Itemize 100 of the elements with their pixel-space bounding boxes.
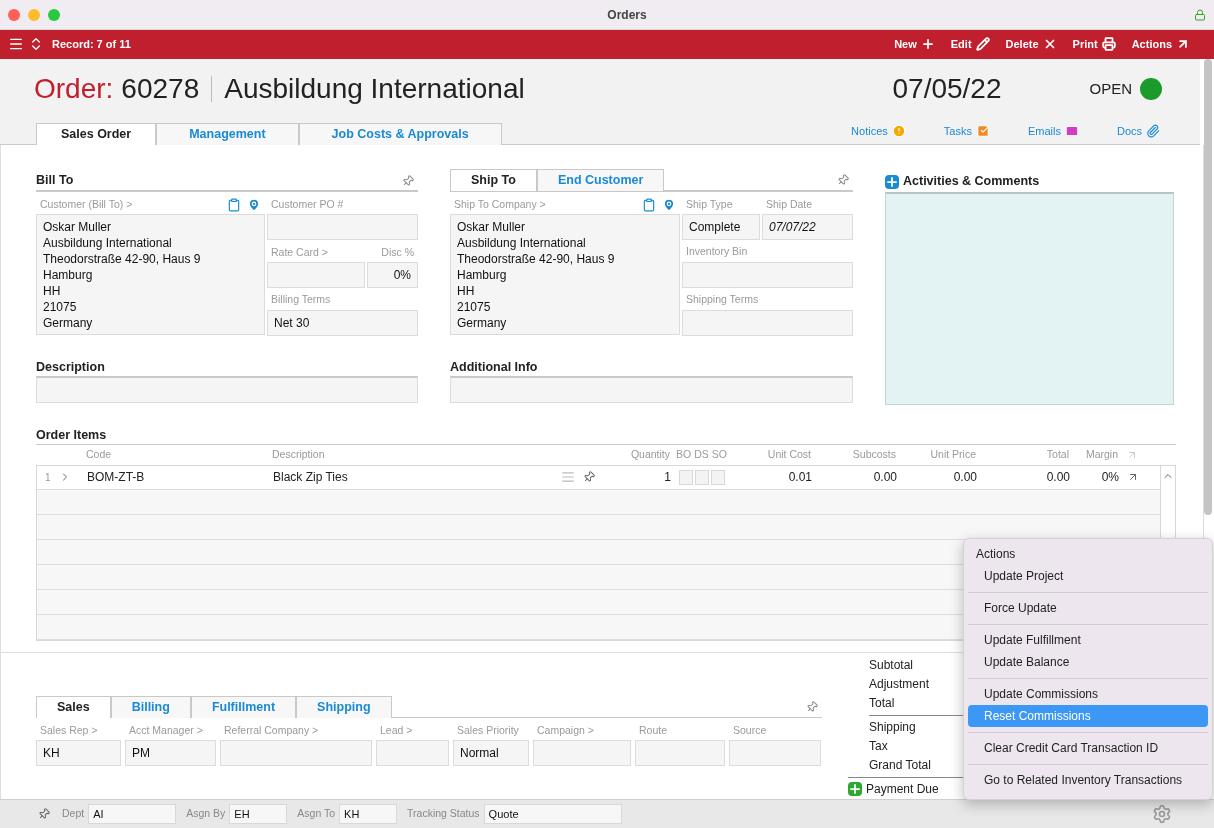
notes-icon[interactable]	[561, 470, 575, 485]
input-field[interactable]	[376, 739, 449, 766]
clipboard-icon[interactable]	[227, 197, 241, 212]
column-header: SO	[711, 446, 727, 462]
zoom-button[interactable]	[48, 8, 60, 21]
tab[interactable]: Fulfillment	[190, 695, 297, 718]
input-field[interactable]: 07/07/22	[762, 213, 853, 240]
total-label: Shipping	[869, 718, 917, 736]
field-label: Asgn To	[297, 805, 336, 821]
plus-icon	[920, 37, 935, 52]
field-label: Customer PO #	[271, 196, 344, 212]
field-label: Disc %	[381, 244, 414, 260]
field-label: Route	[639, 722, 668, 738]
checkbox-icon	[975, 124, 990, 139]
input-field[interactable]	[682, 261, 853, 288]
input-field[interactable]	[267, 261, 365, 288]
menu-item[interactable]: Update Project	[968, 565, 1208, 587]
input-field[interactable]: KH	[36, 739, 121, 766]
section-title: Additional Info	[450, 358, 539, 376]
tab[interactable]: End Customer	[536, 168, 665, 191]
column-header: Description	[271, 446, 326, 462]
field-label: Asgn By	[186, 805, 226, 821]
field-label: Billing Terms	[271, 291, 331, 307]
tab[interactable]: Sales Order	[36, 122, 157, 145]
field-label: Ship To Company >	[454, 196, 547, 212]
row-number: 1	[45, 470, 51, 485]
field-label: Rate Card >	[271, 244, 328, 260]
input-field[interactable]	[220, 739, 372, 766]
section-title: Bill To	[36, 172, 75, 190]
total-label: Payment Due	[866, 780, 939, 798]
table-cell-text: 0.00	[1045, 469, 1071, 487]
customer-name: Ausbildung International	[224, 72, 525, 107]
close-button[interactable]	[8, 8, 20, 21]
table-cell-text: 0.00	[952, 469, 978, 487]
tab[interactable]: Ship To	[450, 168, 537, 191]
input-field[interactable]: Quote	[483, 803, 622, 824]
checkbox[interactable]	[711, 469, 725, 485]
clipboard-icon[interactable]	[642, 197, 656, 212]
address-field[interactable]: Oskar Muller Ausbildung International Theodorstraße 42-90, Haus 9 Hamburg HH 21075 Germany	[36, 213, 265, 335]
toolbar-button[interactable]: New	[894, 36, 935, 53]
toolbar-button[interactable]: Edit	[950, 36, 990, 53]
menu-item[interactable]: Clear Credit Card Transaction ID	[968, 737, 1208, 759]
input-field[interactable]: Complete	[682, 213, 760, 240]
menu-item[interactable]: Force Update	[968, 597, 1208, 619]
input-field[interactable]: AI	[88, 803, 177, 824]
menu-item[interactable]: Update Commissions	[968, 683, 1208, 705]
field-label: Sales Priority	[457, 722, 519, 738]
toolbar-button[interactable]: Delete	[1005, 36, 1057, 53]
input-field[interactable]	[267, 213, 418, 240]
printer-icon	[1101, 37, 1116, 52]
tab[interactable]: Shipping	[296, 695, 392, 718]
toolbar-button[interactable]: Actions	[1131, 36, 1190, 53]
menu-item[interactable]: Go to Related Inventory Transactions	[968, 769, 1208, 791]
input-field[interactable]: Net 30	[267, 309, 418, 336]
link[interactable]: Tasks	[943, 123, 990, 140]
menu-item[interactable]: Update Fulfillment	[968, 629, 1208, 651]
table-cell-text: Black Zip Ties	[272, 469, 349, 487]
input-field[interactable]: PM	[125, 739, 216, 766]
column-header: Unit Cost	[766, 446, 812, 462]
description-field[interactable]	[36, 375, 418, 403]
field-label: Tracking Status	[407, 805, 480, 821]
input-field[interactable]: EH	[229, 803, 288, 824]
minimize-button[interactable]	[28, 8, 40, 21]
location-pin-icon[interactable]	[247, 197, 261, 212]
location-pin-icon[interactable]	[662, 197, 676, 212]
input-field[interactable]	[635, 739, 725, 766]
field-label: Shipping Terms	[686, 291, 759, 307]
field-label: Acct Manager >	[129, 722, 203, 738]
address-field[interactable]: Oskar Muller Ausbildung International Theodorstraße 42-90, Haus 9 Hamburg HH 21075 Germany	[450, 213, 680, 335]
column-header: Quantity	[629, 446, 670, 462]
field-label: Dept	[62, 805, 85, 821]
input-field[interactable]	[729, 739, 821, 766]
checkbox[interactable]	[695, 469, 709, 485]
table-cell-text: 0.01	[787, 469, 813, 487]
toolbar-button[interactable]: Print	[1072, 36, 1116, 53]
input-field[interactable]	[682, 309, 853, 336]
input-field[interactable]	[533, 739, 631, 766]
menu-item[interactable]: Update Balance	[968, 651, 1208, 673]
field-label: Ship Type	[686, 196, 733, 212]
column-header: Code	[85, 446, 113, 462]
column-header: Margin	[1084, 446, 1118, 462]
total-label: Adjustment	[869, 675, 931, 693]
order-date: 07/05/22	[892, 72, 1002, 107]
tab[interactable]: Job Costs & Approvals	[298, 122, 502, 145]
page-scrollbar[interactable]	[1204, 58, 1212, 515]
column-header: BO	[676, 446, 692, 462]
settings-icon[interactable]	[1152, 803, 1172, 824]
order-label: Order:	[34, 72, 114, 107]
checkbox[interactable]	[679, 469, 693, 485]
field-label: Customer (Bill To) >	[40, 196, 134, 212]
add-icon[interactable]	[885, 174, 899, 189]
order-number: 60278	[121, 72, 200, 107]
add-payment-icon[interactable]	[848, 782, 862, 797]
input-field[interactable]: KH	[339, 803, 398, 824]
input-field[interactable]: 0%	[367, 261, 418, 288]
additional-info-field[interactable]	[450, 375, 853, 403]
tab[interactable]: Sales	[36, 695, 111, 718]
input-field[interactable]: Normal	[453, 739, 529, 766]
field-label: Sales Rep >	[40, 722, 98, 738]
field-label: Lead >	[380, 722, 413, 738]
